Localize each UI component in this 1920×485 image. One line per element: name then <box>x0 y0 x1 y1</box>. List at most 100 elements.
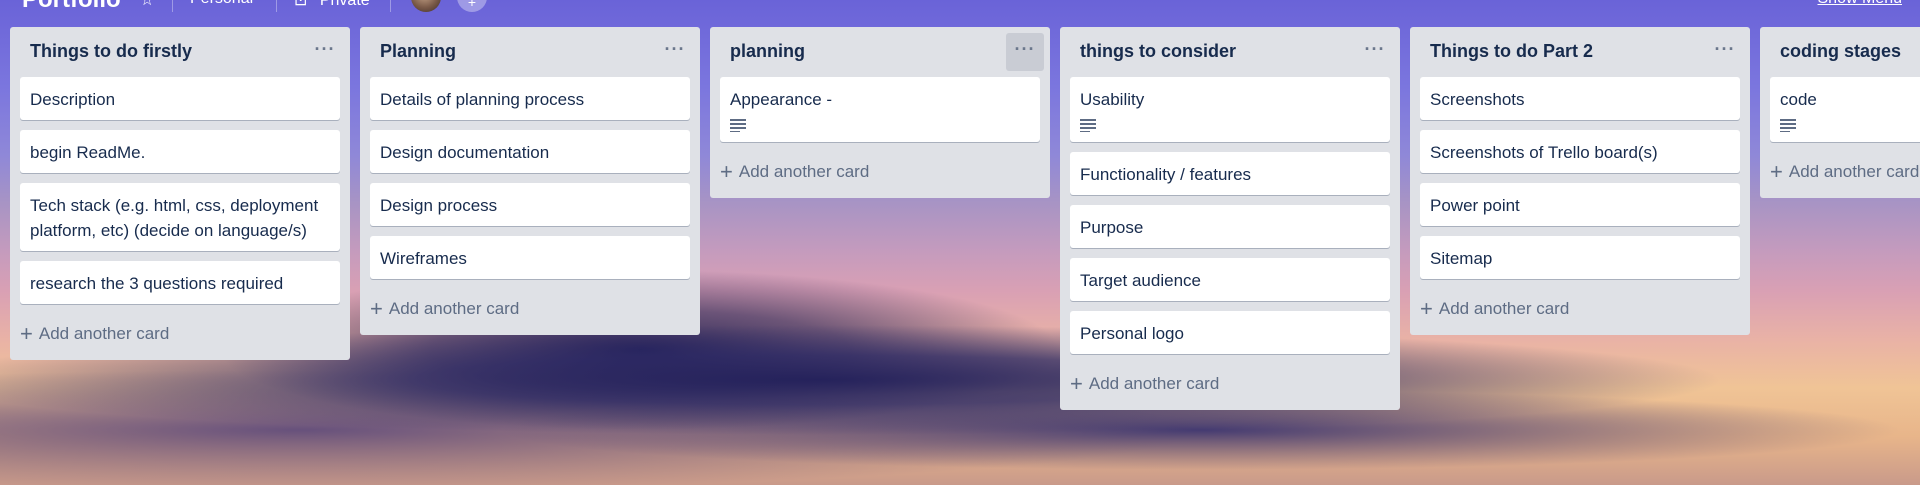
card-list: Details of planning process Design docum… <box>360 77 700 279</box>
list-title[interactable]: coding stages <box>1780 41 1901 61</box>
card-title: Appearance - <box>730 90 833 109</box>
card-title: Tech stack (e.g. html, css, deployment p… <box>30 196 319 240</box>
add-card-button[interactable]: + Add another card <box>360 289 700 329</box>
card-title: code <box>1780 90 1817 109</box>
card-title: Purpose <box>1080 218 1144 237</box>
card[interactable]: Details of planning process <box>370 77 690 120</box>
card[interactable]: Usability <box>1070 77 1390 142</box>
add-card-label: Add another card <box>1788 162 1920 181</box>
list-menu-icon[interactable]: ··· <box>1356 33 1394 71</box>
card[interactable]: Design process <box>370 183 690 226</box>
card[interactable]: code <box>1770 77 1920 142</box>
add-card-button[interactable]: + Add another card <box>710 152 1050 192</box>
card-title: Screenshots of Trello board(s) <box>1430 143 1658 162</box>
card-list: Screenshots Screenshots of Trello board(… <box>1410 77 1750 279</box>
card-list: Appearance - <box>710 77 1050 142</box>
header-divider <box>172 0 173 12</box>
card-title: Wireframes <box>380 249 467 268</box>
list-menu-icon[interactable]: ··· <box>656 33 694 71</box>
description-icon <box>730 118 746 132</box>
card-title: Screenshots <box>1430 90 1525 109</box>
add-card-label: Add another card <box>738 162 870 181</box>
list-things-to-consider: things to consider ··· Usability Functio… <box>1060 27 1400 410</box>
add-card-button[interactable]: + Add another card <box>1060 364 1400 404</box>
card[interactable]: Description <box>20 77 340 120</box>
visibility-label: Private <box>319 0 370 9</box>
list-menu-icon[interactable]: ··· <box>1006 33 1044 71</box>
list-title[interactable]: Things to do Part 2 <box>1430 41 1593 61</box>
list-menu-icon[interactable]: ··· <box>306 33 344 71</box>
list-planning: Planning ··· Details of planning process… <box>360 27 700 335</box>
list-header: planning ··· <box>710 27 1050 77</box>
card-list: Usability Functionality / features Purpo… <box>1060 77 1400 354</box>
card-title: Personal logo <box>1080 324 1184 343</box>
list-title[interactable]: Planning <box>380 41 456 61</box>
card[interactable]: Appearance - <box>720 77 1040 142</box>
board-header: Portfolio ☆ Personal ⊡ Private + Show Me… <box>0 0 1920 18</box>
card-title: Design documentation <box>380 143 550 162</box>
team-button[interactable]: Personal <box>190 0 253 8</box>
list-things-to-do-part-2: Things to do Part 2 ··· Screenshots Scre… <box>1410 27 1750 335</box>
star-icon[interactable]: ☆ <box>140 0 154 10</box>
plus-icon: + <box>370 296 383 321</box>
card-title: Sitemap <box>1430 249 1493 268</box>
add-card-label: Add another card <box>1438 299 1570 318</box>
list-planning-lowercase: planning ··· Appearance - + Add another … <box>710 27 1050 198</box>
add-card-button[interactable]: + Add another card <box>10 314 350 354</box>
card[interactable]: Power point <box>1420 183 1740 226</box>
card-title: begin ReadMe. <box>30 143 146 162</box>
card[interactable]: research the 3 questions required <box>20 261 340 304</box>
card[interactable]: Target audience <box>1070 258 1390 301</box>
description-icon <box>1780 118 1796 132</box>
list-title[interactable]: planning <box>730 41 805 61</box>
card-title: Design process <box>380 196 498 215</box>
list-header: Planning ··· <box>360 27 700 77</box>
visibility-button[interactable]: ⊡ Private <box>294 0 370 10</box>
list-header: things to consider ··· <box>1060 27 1400 77</box>
card[interactable]: begin ReadMe. <box>20 130 340 173</box>
board-canvas: Things to do firstly ··· Description beg… <box>10 27 1920 485</box>
lock-icon: ⊡ <box>294 0 308 9</box>
card[interactable]: Personal logo <box>1070 311 1390 354</box>
add-card-label: Add another card <box>388 299 520 318</box>
card-title: research the 3 questions required <box>30 274 284 293</box>
card[interactable]: Screenshots of Trello board(s) <box>1420 130 1740 173</box>
card[interactable]: Functionality / features <box>1070 152 1390 195</box>
show-menu-link[interactable]: Show Menu <box>1818 0 1903 8</box>
board-title[interactable]: Portfolio <box>22 0 121 14</box>
member-avatar[interactable] <box>411 0 441 12</box>
header-divider <box>390 0 391 12</box>
plus-icon: + <box>1770 159 1783 184</box>
card[interactable]: Wireframes <box>370 236 690 279</box>
plus-icon: + <box>720 159 733 184</box>
list-menu-icon[interactable]: ··· <box>1706 33 1744 71</box>
list-header: Things to do firstly ··· <box>10 27 350 77</box>
card[interactable]: Purpose <box>1070 205 1390 248</box>
add-member-icon[interactable]: + <box>457 0 487 12</box>
list-title[interactable]: things to consider <box>1080 41 1236 61</box>
card-title: Details of planning process <box>380 90 585 109</box>
list-things-to-do-firstly: Things to do firstly ··· Description beg… <box>10 27 350 360</box>
plus-icon: + <box>1420 296 1433 321</box>
card[interactable]: Design documentation <box>370 130 690 173</box>
plus-icon: + <box>20 321 33 346</box>
add-card-label: Add another card <box>38 324 170 343</box>
card-title: Power point <box>1430 196 1520 215</box>
add-card-button[interactable]: + Add another card <box>1760 152 1920 192</box>
card-list: code <box>1760 77 1920 142</box>
list-header: coding stages ··· <box>1760 27 1920 77</box>
card-title: Target audience <box>1080 271 1201 290</box>
plus-icon: + <box>1070 371 1083 396</box>
card-title: Usability <box>1080 90 1145 109</box>
add-card-button[interactable]: + Add another card <box>1410 289 1750 329</box>
list-title[interactable]: Things to do firstly <box>30 41 192 61</box>
card[interactable]: Screenshots <box>1420 77 1740 120</box>
card-title: Description <box>30 90 116 109</box>
card[interactable]: Tech stack (e.g. html, css, deployment p… <box>20 183 340 251</box>
list-coding-stages: coding stages ··· code + Add another car… <box>1760 27 1920 198</box>
add-card-label: Add another card <box>1088 374 1220 393</box>
list-header: Things to do Part 2 ··· <box>1410 27 1750 77</box>
card-list: Description begin ReadMe. Tech stack (e.… <box>10 77 350 304</box>
card-title: Functionality / features <box>1080 165 1252 184</box>
card[interactable]: Sitemap <box>1420 236 1740 279</box>
